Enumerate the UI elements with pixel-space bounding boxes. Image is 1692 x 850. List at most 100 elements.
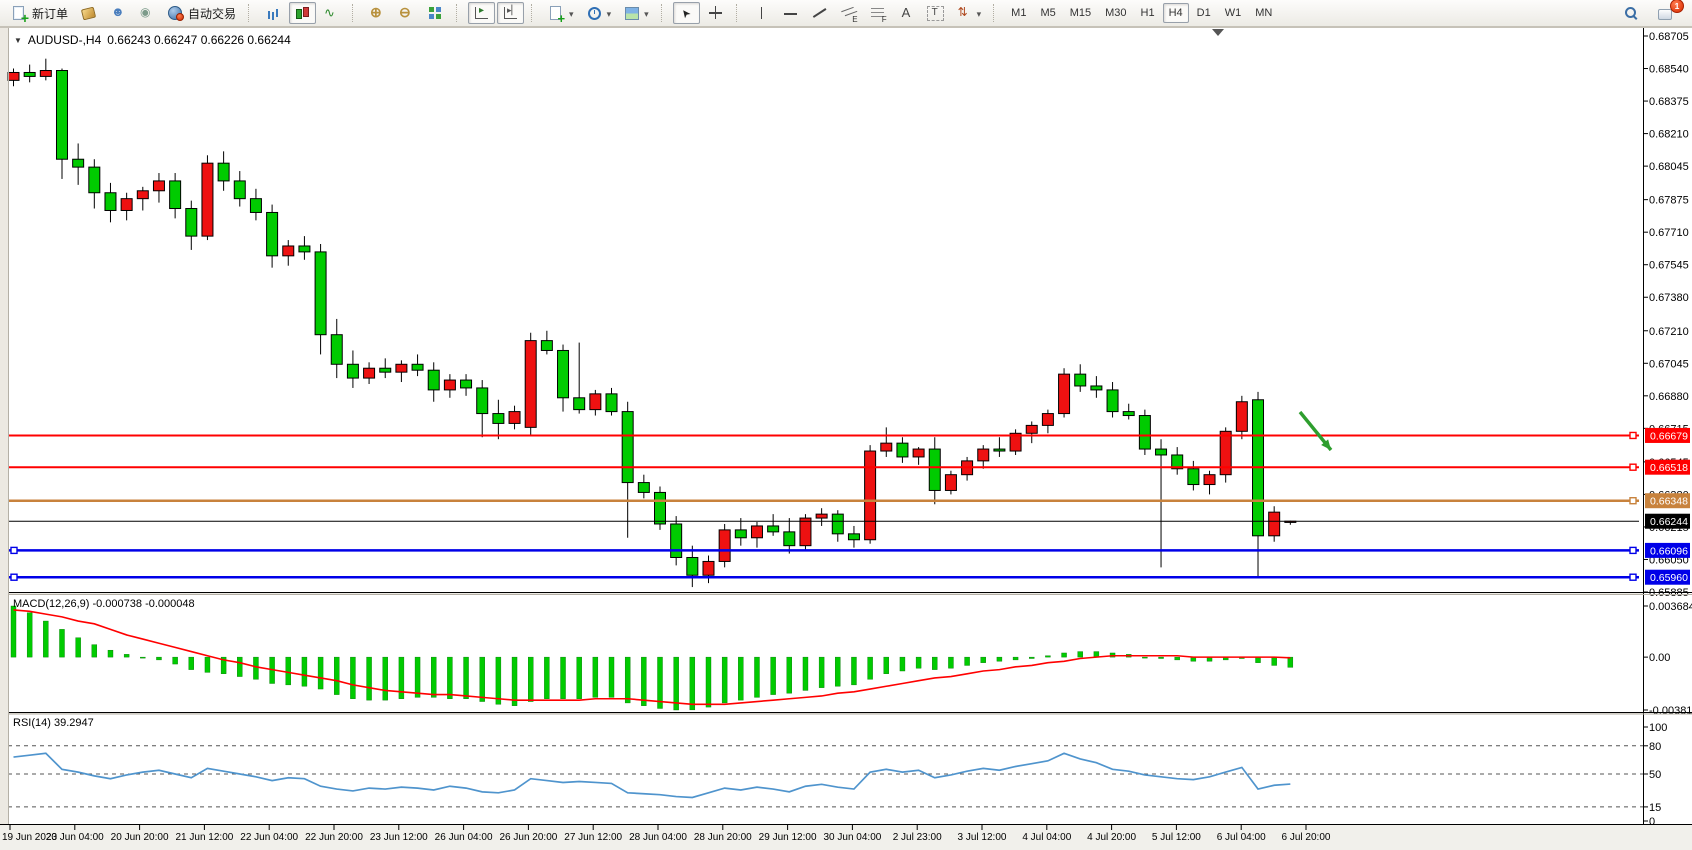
bear-candle [1188,469,1199,485]
bear-candle [380,368,391,372]
timeframe-m30[interactable]: M30 [1099,3,1132,23]
templates-icon [623,5,640,21]
rsi-axis-label: 80 [1649,741,1661,753]
line-anchor-handle[interactable] [1630,464,1636,470]
chevron-down-icon [607,6,612,20]
auto-trading-label: 自动交易 [188,5,236,22]
macd-indicator-label: MACD(12,26,9) -0.000738 -0.000048 [13,598,195,610]
text-label-button[interactable] [922,2,949,24]
bear-candle [428,370,439,390]
timeframe-mn[interactable]: MN [1249,3,1278,23]
search-button[interactable] [1618,2,1645,24]
cursor-icon [678,5,695,21]
text-label-icon [927,6,944,21]
line-anchor-handle[interactable] [1630,498,1636,504]
bear-candle [784,532,795,546]
chart-symbol-period: AUDUSD-,H4 [28,33,101,47]
line-anchor-handle[interactable] [11,574,17,580]
line-anchor-handle[interactable] [1630,432,1636,438]
candlestick-chart-button[interactable] [289,2,316,24]
channel-button[interactable] [835,2,862,24]
bear-candle [848,534,859,540]
timeframe-d1[interactable]: D1 [1191,3,1217,23]
line-anchor-handle[interactable] [11,547,17,553]
line-anchor-handle[interactable] [1630,574,1636,580]
signals-button[interactable] [133,2,160,24]
timeframe-m5[interactable]: M5 [1034,3,1061,23]
tile-windows-button[interactable] [422,2,449,24]
bear-candle [558,350,569,397]
price-axis-label: 0.67875 [1649,195,1689,207]
line-anchor-handle[interactable] [1630,547,1636,553]
timeframe-m1[interactable]: M1 [1005,3,1032,23]
notifications-button[interactable]: 1 [1653,2,1680,24]
auto-trading-button[interactable]: 自动交易 [162,2,241,24]
zoom-in-button[interactable] [364,2,391,24]
price-axis-label: 0.67380 [1649,292,1689,304]
chart-collapse-icon[interactable]: ▼ [14,36,22,45]
bull-candle [1026,425,1037,433]
macd-histogram-bar [237,657,242,676]
bull-candle [945,475,956,491]
fibonacci-button[interactable] [864,2,891,24]
bear-candle [477,388,488,414]
chart-shift-button[interactable] [497,2,524,24]
bear-candle [73,159,84,167]
auto-scroll-button[interactable] [468,2,495,24]
horizontal-line-button[interactable] [777,2,804,24]
text-button[interactable] [893,2,920,24]
bear-candle [671,524,682,558]
macd-histogram-bar [367,657,372,700]
new-chart-button[interactable] [75,2,102,24]
price-axis-label: 0.68705 [1649,31,1689,43]
bear-candle [832,514,843,534]
price-axis-label: 0.67710 [1649,227,1689,239]
zoom-out-button[interactable] [393,2,420,24]
bull-candle [121,199,132,211]
bull-candle [1204,475,1215,485]
timeframe-w1[interactable]: W1 [1219,3,1248,23]
auto-scroll-icon [473,5,490,21]
bear-candle [412,364,423,370]
macd-histogram-bar [1175,657,1180,660]
indicators-button[interactable] [543,2,579,24]
macd-histogram-bar [76,638,81,657]
macd-histogram-bar [868,657,873,679]
price-axis-label: 0.68375 [1649,96,1689,108]
macd-histogram-bar [965,657,970,665]
bear-candle [1139,416,1150,450]
line-chart-button[interactable] [318,2,345,24]
templates-button[interactable] [618,2,654,24]
arrows-button[interactable] [951,2,987,24]
macd-histogram-bar [431,657,436,697]
profiles-button[interactable] [104,2,131,24]
date-axis-label: 6 Jul 04:00 [1217,832,1266,843]
bull-candle [719,530,730,562]
trendline-button[interactable] [806,2,833,24]
cursor-button[interactable] [673,2,700,24]
timeframe-m15[interactable]: M15 [1064,3,1097,23]
bear-candle [574,398,585,410]
bear-candle [638,483,649,493]
price-tag-label: 0.66096 [1650,545,1688,557]
bear-candle [768,526,779,532]
chart-canvas[interactable]: 0.687050.685400.683750.682100.680450.678… [0,0,1692,850]
bull-candle [40,71,51,77]
line-chart-icon [323,5,340,21]
date-axis-label: 26 Jun 04:00 [435,832,493,843]
new-order-button[interactable]: 新订单 [6,2,73,24]
vertical-line-button[interactable] [748,2,775,24]
bull-candle [1059,374,1070,413]
macd-histogram-bar [1272,657,1277,665]
bar-chart-button[interactable] [260,2,287,24]
zoom-in-icon [369,5,386,21]
macd-histogram-bar [722,657,727,703]
timeframe-h4[interactable]: H4 [1163,3,1189,23]
bear-candle [1091,386,1102,390]
timeframe-h1[interactable]: H1 [1135,3,1161,23]
toolbar-separator [661,4,666,22]
date-axis-label: 4 Jul 04:00 [1022,832,1071,843]
periods-button[interactable] [581,2,617,24]
crosshair-button[interactable] [702,2,729,24]
bull-candle [137,191,148,199]
